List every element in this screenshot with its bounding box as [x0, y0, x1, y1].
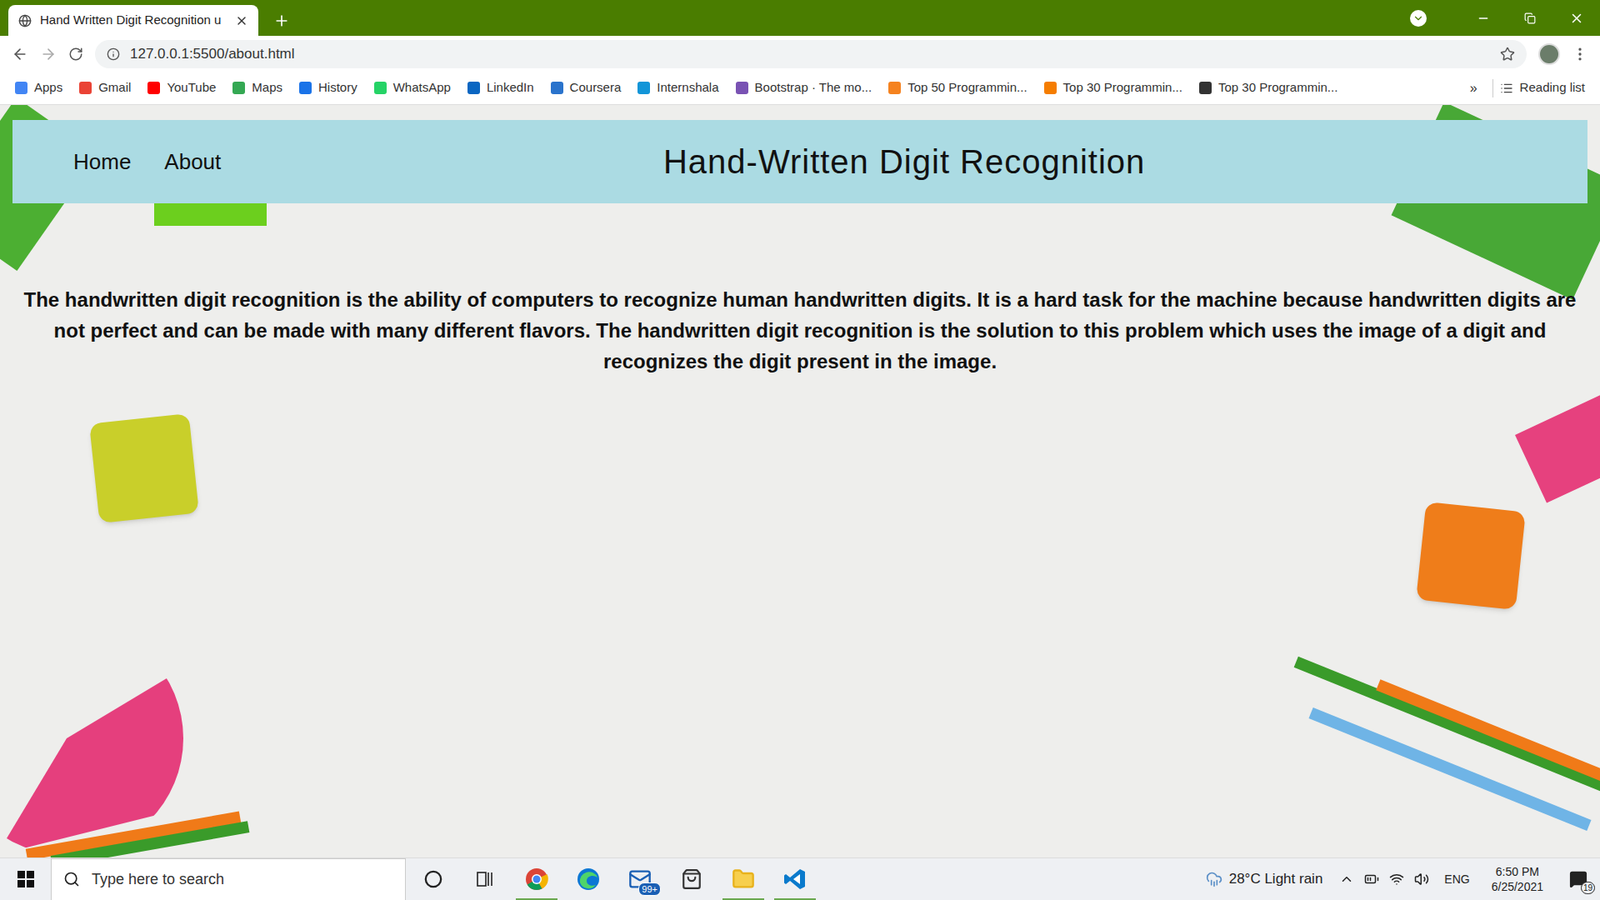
restore-icon [1524, 12, 1536, 25]
bookmark[interactable]: Top 30 Programmin... [1044, 78, 1183, 98]
taskbar-app[interactable]: 99+ [614, 858, 666, 900]
bookmark[interactable]: Gmail [79, 78, 131, 98]
menu-icon[interactable] [1571, 45, 1589, 63]
taskbar-app[interactable] [562, 858, 615, 900]
profile-menu[interactable] [1410, 10, 1427, 27]
browser-tab[interactable]: Hand Written Digit Recognition u [8, 5, 259, 36]
minimize-icon [1476, 11, 1490, 25]
bookmark[interactable]: Maps [232, 78, 283, 98]
running-indicator [722, 898, 765, 900]
chrome-icon [525, 867, 549, 891]
bookmark[interactable]: History [299, 78, 358, 98]
forward-icon[interactable] [40, 45, 57, 63]
page-title: Hand-Written Digit Recognition [220, 136, 1588, 187]
reload-icon[interactable] [68, 46, 84, 62]
clock[interactable]: 6:50 PM6/25/2021 [1485, 864, 1550, 895]
bookmark-favicon-icon [637, 81, 650, 95]
desktop: Hand Written Digit Recognition u 127.0.0.… [0, 0, 1600, 900]
taskbar-app[interactable] [769, 858, 821, 900]
reading-list[interactable]: Reading list [1500, 78, 1585, 98]
bookmarks-overflow[interactable]: » [1461, 78, 1486, 99]
bookmark[interactable]: Bootstrap · The mo... [735, 78, 873, 98]
nav-link[interactable]: About [164, 145, 221, 179]
about-paragraph: The handwritten digit recognition is the… [0, 284, 1600, 377]
file-explorer-icon [731, 867, 755, 891]
back-icon[interactable] [11, 45, 29, 63]
bookmark-favicon-icon [735, 81, 749, 95]
vscode-icon [783, 867, 807, 891]
chevron-down-icon [1412, 12, 1425, 25]
language[interactable]: ENG [1439, 870, 1475, 889]
app-badge: 99+ [638, 882, 661, 896]
notification-count: 19 [1580, 881, 1595, 895]
taskbar-app[interactable] [407, 858, 460, 900]
bookmark[interactable]: Top 30 Programmin... [1199, 78, 1338, 98]
bookmark[interactable]: Apps [15, 78, 63, 98]
bookmark-favicon-icon [374, 81, 387, 95]
taskbar-app[interactable] [510, 858, 563, 900]
nav-link[interactable]: Home [73, 145, 131, 179]
taskbar-app[interactable] [717, 858, 770, 900]
minimize-button[interactable] [1460, 0, 1507, 36]
close-icon [1569, 10, 1585, 26]
bookmark[interactable]: WhatsApp [374, 78, 451, 98]
url: 127.0.0.1:5500/about.html [130, 43, 1490, 65]
taskbar: Type here to search99+28°C Light rainENG… [0, 857, 1600, 900]
task-view-icon [475, 870, 495, 889]
close-tab-icon[interactable] [235, 14, 249, 28]
start-button[interactable] [0, 858, 51, 900]
weather[interactable]: 28°C Light rain [1205, 868, 1340, 890]
system-tray: ENG 6:50 PM6/25/2021 19 [1339, 858, 1600, 900]
omnibox[interactable]: 127.0.0.1:5500/about.html [95, 40, 1527, 69]
bookmark-favicon-icon [15, 81, 28, 95]
bookmark-favicon-icon [232, 81, 245, 95]
background-photo [0, 105, 1600, 858]
profile-avatar[interactable] [1538, 43, 1560, 65]
favicon-icon [18, 14, 32, 28]
tab-title: Hand Written Digit Recognition u [40, 10, 227, 30]
reading-list-icon [1500, 81, 1514, 95]
battery-icon[interactable] [1364, 871, 1380, 887]
bookmark[interactable]: Internshala [637, 78, 719, 98]
restore-button[interactable] [1506, 0, 1554, 36]
taskbar-app[interactable] [459, 858, 511, 900]
taskbar-search[interactable]: Type here to search [50, 858, 406, 900]
bookmark[interactable]: Coursera [550, 78, 622, 98]
edge-icon [576, 867, 600, 891]
site-info-icon[interactable] [106, 47, 120, 61]
bookmark-favicon-icon [1199, 81, 1212, 95]
bookmark-favicon-icon [147, 81, 160, 95]
weather-icon [1205, 870, 1223, 888]
bookmarks-bar: Apps Gmail YouTube Maps History WhatsApp Linke… [0, 71, 1600, 105]
wifi-icon[interactable] [1389, 871, 1405, 887]
bookmark[interactable]: YouTube [147, 78, 216, 98]
bookmark-star-icon[interactable] [1500, 46, 1515, 62]
bookmark-favicon-icon [1044, 81, 1057, 95]
running-indicator [774, 898, 816, 900]
page: Home AboutHand-Written Digit Recognition T… [0, 105, 1600, 858]
navbar: Home AboutHand-Written Digit Recognition [12, 120, 1588, 204]
store-icon [680, 868, 703, 890]
close-button[interactable] [1553, 0, 1600, 36]
toolbar: 127.0.0.1:5500/about.html [0, 35, 1600, 72]
new-tab-icon[interactable] [273, 12, 290, 30]
notifications[interactable]: 19 [1560, 858, 1597, 900]
tab-strip: Hand Written Digit Recognition u [0, 0, 1600, 36]
bookmark-favicon-icon [467, 81, 480, 95]
taskbar-app[interactable] [665, 858, 718, 900]
windows-icon [17, 870, 35, 888]
bookmark-favicon-icon [299, 81, 312, 95]
bookmark[interactable]: LinkedIn [467, 78, 535, 98]
bookmark-favicon-icon [550, 81, 564, 95]
bookmark[interactable]: Top 50 Programmin... [888, 78, 1027, 98]
cortana-icon [424, 870, 443, 889]
running-indicator [515, 898, 558, 900]
show-hidden-icon[interactable] [1339, 871, 1355, 887]
bookmark-favicon-icon [888, 81, 901, 95]
volume-icon[interactable] [1414, 871, 1430, 887]
bookmark-favicon-icon [79, 81, 92, 95]
search-icon [63, 870, 80, 888]
